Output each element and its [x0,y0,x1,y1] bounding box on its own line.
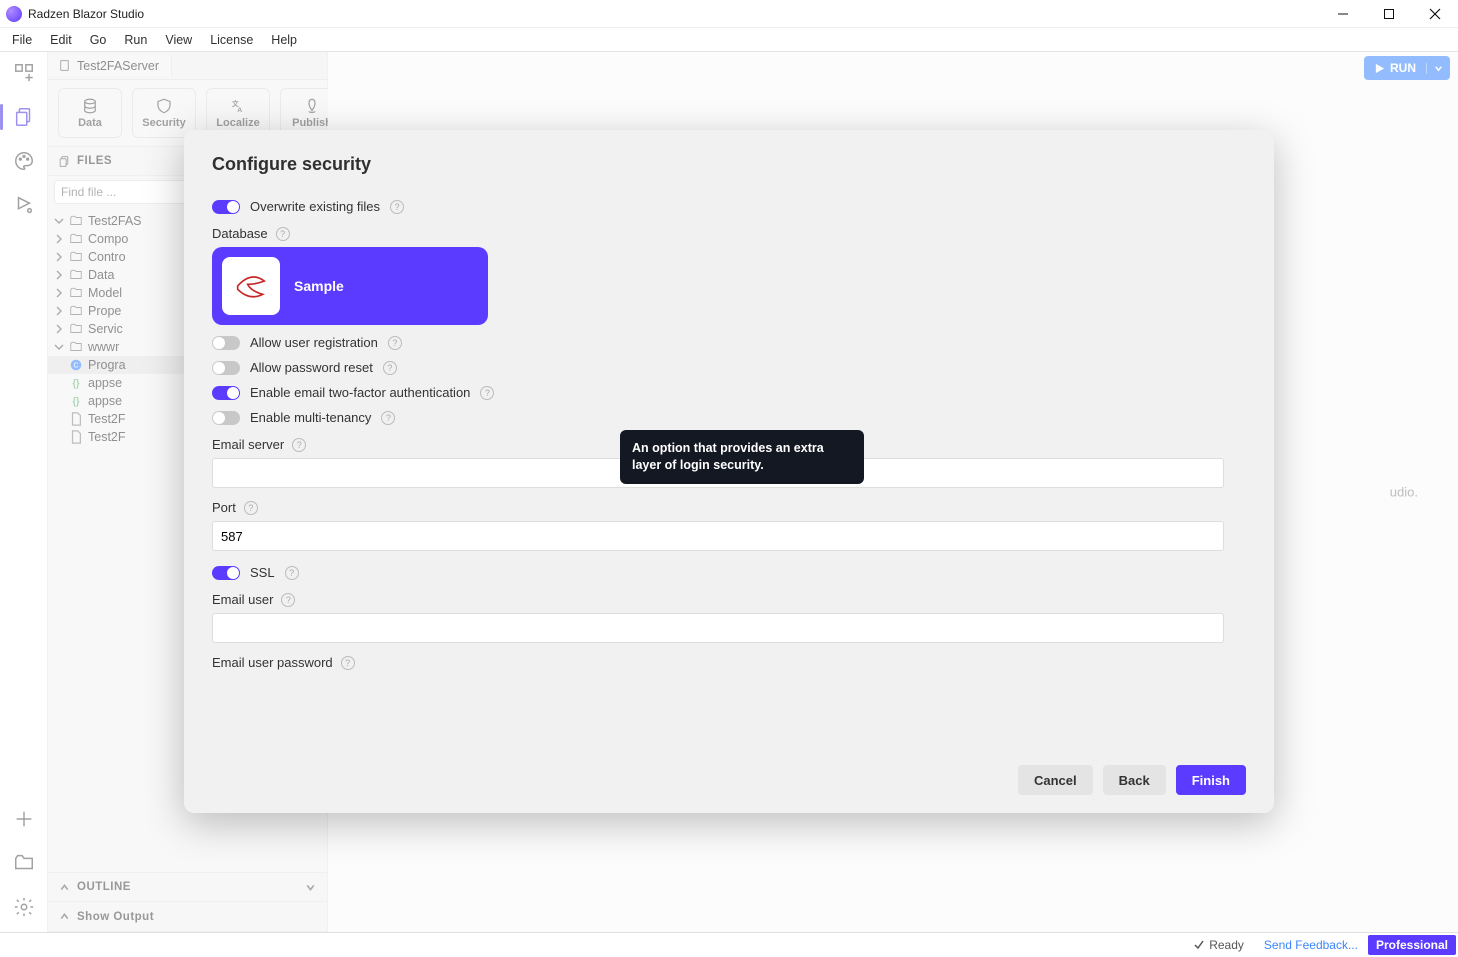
database-card[interactable]: Sample [212,247,488,325]
cancel-button[interactable]: Cancel [1018,765,1093,795]
enable-2fa-tooltip: An option that provides an extra layer o… [620,430,864,484]
port-input[interactable] [212,521,1224,551]
back-button[interactable]: Back [1103,765,1166,795]
configure-security-dialog: Configure security Overwrite existing fi… [184,130,1274,813]
ssl-toggle[interactable] [212,566,240,580]
port-label: Port [212,500,236,515]
enable-2fa-toggle[interactable] [212,386,240,400]
help-icon[interactable]: ? [276,227,290,241]
help-icon[interactable]: ? [292,438,306,452]
dialog-title: Configure security [212,154,1246,175]
help-icon[interactable]: ? [285,566,299,580]
help-icon[interactable]: ? [381,411,395,425]
allow-registration-toggle[interactable] [212,336,240,350]
overwrite-label: Overwrite existing files [250,199,380,214]
help-icon[interactable]: ? [388,336,402,350]
enable-2fa-label: Enable email two-factor authentication [250,385,470,400]
sqlserver-icon [222,257,280,315]
dialog-footer: Cancel Back Finish [212,751,1246,795]
help-icon[interactable]: ? [480,386,494,400]
dialog-overlay: Configure security Overwrite existing fi… [0,0,1458,957]
help-icon[interactable]: ? [244,501,258,515]
email-user-label: Email user [212,592,273,607]
help-icon[interactable]: ? [341,656,355,670]
ssl-label: SSL [250,565,275,580]
allow-password-reset-toggle[interactable] [212,361,240,375]
help-icon[interactable]: ? [390,200,404,214]
email-server-label: Email server [212,437,284,452]
multi-tenancy-toggle[interactable] [212,411,240,425]
finish-button[interactable]: Finish [1176,765,1246,795]
help-icon[interactable]: ? [383,361,397,375]
help-icon[interactable]: ? [281,593,295,607]
email-password-label: Email user password [212,655,333,670]
multi-tenancy-label: Enable multi-tenancy [250,410,371,425]
allow-registration-label: Allow user registration [250,335,378,350]
allow-password-reset-label: Allow password reset [250,360,373,375]
database-label: Database [212,226,268,241]
database-name: Sample [294,278,344,294]
overwrite-toggle[interactable] [212,200,240,214]
email-user-input[interactable] [212,613,1224,643]
